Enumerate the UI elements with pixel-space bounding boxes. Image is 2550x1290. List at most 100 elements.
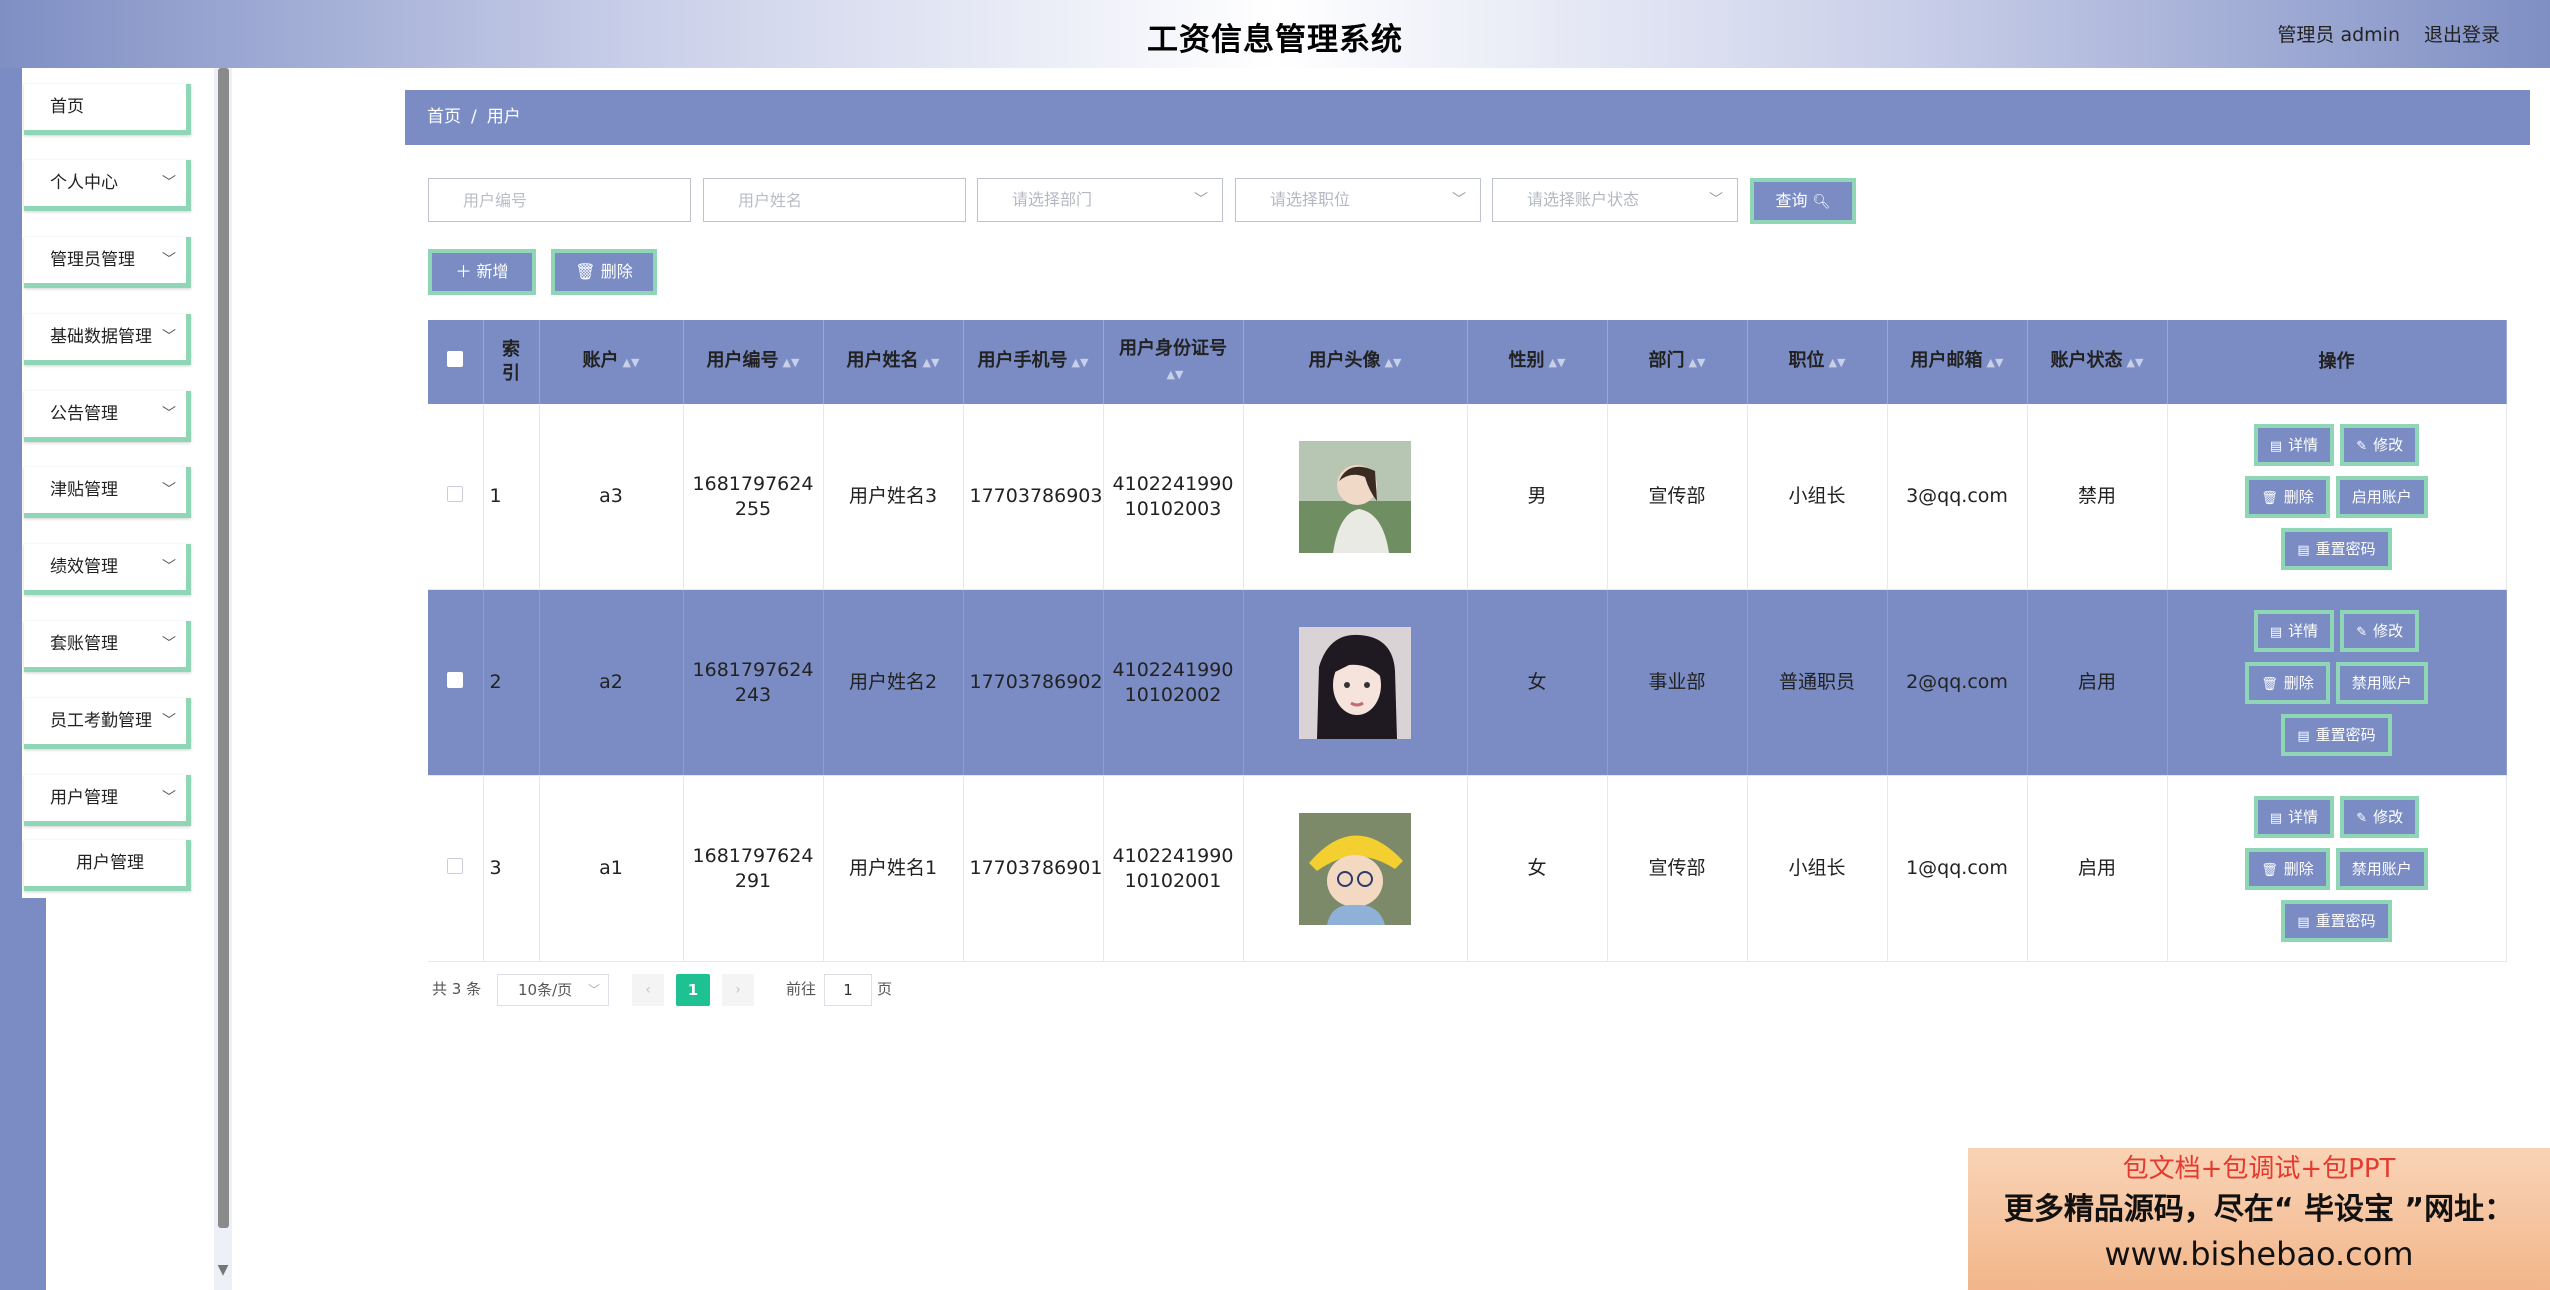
sidebar-item-admin-management[interactable]: 管理员管理 ﹀ <box>24 237 191 288</box>
sort-icon[interactable]: ▲▼ <box>623 356 640 369</box>
sidebar-item-label: 绩效管理 <box>50 557 118 577</box>
delete-button[interactable]: 🗑︎ 删除 <box>2245 661 2330 704</box>
avatar[interactable] <box>1299 626 1411 739</box>
sidebar-item-basic-data[interactable]: 基础数据管理 ﹀ <box>24 314 191 365</box>
sort-icon[interactable]: ▲▼ <box>1385 356 1402 369</box>
sidebar-item-personal-center[interactable]: 个人中心 ﹀ <box>24 160 191 211</box>
table-header-row: 索引 账户 ▲▼ 用户编号 ▲▼ 用户姓名 ▲▼ 用户手机号 ▲▼ 用户身份证号 ▲▼ 用… <box>428 320 2507 404</box>
edit-label: 修改 <box>2373 807 2404 826</box>
sidebar-item-attendance[interactable]: 员工考勤管理 ﹀ <box>24 698 191 749</box>
edit-button[interactable]: ✎ 修改 <box>2340 795 2420 838</box>
chevron-down-icon: ﹀ <box>162 559 176 575</box>
th-account-label: 账户 <box>582 350 619 371</box>
scroll-down-arrow-icon[interactable]: ▼ <box>215 1262 231 1278</box>
th-id-card[interactable]: 用户身份证号 ▲▼ <box>1103 320 1244 404</box>
th-user-no[interactable]: 用户编号 ▲▼ <box>683 320 824 404</box>
reset-password-button[interactable]: ▤ 重置密码 <box>2281 899 2392 942</box>
sort-icon[interactable]: ▲▼ <box>923 356 940 369</box>
promo-banner[interactable]: 包文档+包调试+包PPT 更多精品源码，尽在“ 毕设宝 ”网址： www.bis… <box>1968 1148 2550 1290</box>
detail-button[interactable]: ▤ 详情 <box>2253 795 2335 838</box>
reset-password-button[interactable]: ▤ 重置密码 <box>2281 713 2392 756</box>
logout-link[interactable]: 退出登录 <box>2424 20 2500 47</box>
breadcrumb-home[interactable]: 首页 <box>427 107 461 127</box>
cell-dept: 宣传部 <box>1607 775 1748 962</box>
add-button[interactable]: ＋ 新增 <box>428 249 536 295</box>
document-icon: ▤ <box>2269 810 2283 826</box>
detail-label: 详情 <box>2288 807 2319 826</box>
sidebar-item-announcements[interactable]: 公告管理 ﹀ <box>24 391 191 442</box>
sidebar-item-label: 公告管理 <box>50 404 118 424</box>
row-checkbox[interactable] <box>447 672 464 688</box>
cell-position: 小组长 <box>1747 775 1888 962</box>
sidebar-scrollbar-thumb[interactable] <box>218 68 229 1228</box>
sidebar-item-performance[interactable]: 绩效管理 ﹀ <box>24 544 191 595</box>
sidebar-item-accounts[interactable]: 套账管理 ﹀ <box>24 621 191 672</box>
th-email[interactable]: 用户邮箱 ▲▼ <box>1887 320 2028 404</box>
th-id-card-label: 用户身份证号 <box>1119 338 1227 359</box>
cell-dept: 事业部 <box>1607 589 1748 776</box>
page-number-current[interactable]: 1 <box>676 974 710 1006</box>
chevron-down-icon: ﹀ <box>1194 192 1208 208</box>
th-account[interactable]: 账户 ▲▼ <box>539 320 684 404</box>
prev-page-button[interactable]: ‹ <box>632 974 664 1006</box>
cell-phone: 17703786901 <box>963 775 1104 962</box>
detail-button[interactable]: ▤ 详情 <box>2253 609 2335 652</box>
sidebar-item-user-management[interactable]: 用户管理 ﹀ <box>24 775 191 826</box>
th-avatar[interactable]: 用户头像 ▲▼ <box>1243 320 1468 404</box>
reset-password-button[interactable]: ▤ 重置密码 <box>2281 527 2392 570</box>
cell-gender: 女 <box>1467 775 1608 962</box>
sort-icon[interactable]: ▲▼ <box>1072 356 1089 369</box>
avatar[interactable] <box>1299 440 1411 553</box>
breadcrumb: 首页 / 用户 <box>405 90 2530 145</box>
position-select[interactable]: 请选择职位 ﹀ <box>1235 178 1481 222</box>
sort-icon[interactable]: ▲▼ <box>1689 356 1706 369</box>
th-ops: 操作 <box>2167 320 2507 404</box>
detail-button[interactable]: ▤ 详情 <box>2253 423 2335 466</box>
edit-button[interactable]: ✎ 修改 <box>2340 609 2420 652</box>
th-gender[interactable]: 性别 ▲▼ <box>1467 320 1608 404</box>
user-name-input[interactable] <box>703 178 966 222</box>
th-user-name[interactable]: 用户姓名 ▲▼ <box>823 320 964 404</box>
batch-delete-button[interactable]: 🗑︎ 删除 <box>551 249 657 295</box>
row-checkbox[interactable] <box>447 486 464 502</box>
toggle-account-button[interactable]: 禁用账户 <box>2335 847 2428 890</box>
sidebar-subitem-user-management[interactable]: 用户管理 <box>24 840 191 891</box>
sort-icon[interactable]: ▲▼ <box>1167 368 1184 381</box>
promo-line-3: www.bishebao.com <box>2104 1235 2414 1273</box>
th-status[interactable]: 账户状态 ▲▼ <box>2027 320 2168 404</box>
delete-button[interactable]: 🗑︎ 删除 <box>2245 847 2330 890</box>
delete-button[interactable]: 🗑︎ 删除 <box>2245 475 2330 518</box>
row-checkbox[interactable] <box>447 858 464 874</box>
sort-icon[interactable]: ▲▼ <box>1549 356 1566 369</box>
sidebar-item-home[interactable]: 首页 <box>24 84 191 135</box>
edit-button[interactable]: ✎ 修改 <box>2340 423 2420 466</box>
status-select[interactable]: 请选择账户状态 ﹀ <box>1492 178 1738 222</box>
goto-page-input[interactable]: 1 <box>824 974 872 1006</box>
cell-avatar <box>1243 404 1468 590</box>
trash-icon: 🗑︎ <box>575 262 596 281</box>
row-select-cell <box>428 775 484 962</box>
sidebar-item-allowance[interactable]: 津贴管理 ﹀ <box>24 467 191 518</box>
user-no-input[interactable] <box>428 178 691 222</box>
chevron-down-icon: ﹀ <box>162 713 176 729</box>
chevron-down-icon: ﹀ <box>1709 192 1723 208</box>
query-button[interactable]: 查询 🔍︎ <box>1750 178 1856 224</box>
sidebar-item-label: 个人中心 <box>50 173 118 193</box>
th-position[interactable]: 职位 ▲▼ <box>1747 320 1888 404</box>
sort-icon[interactable]: ▲▼ <box>783 356 800 369</box>
page-size-select[interactable]: 10条/页 ﹀ <box>497 974 609 1006</box>
avatar[interactable] <box>1299 812 1411 925</box>
sort-icon[interactable]: ▲▼ <box>1987 356 2004 369</box>
next-page-button[interactable]: › <box>722 974 754 1006</box>
toggle-account-button[interactable]: 启用账户 <box>2335 475 2428 518</box>
th-phone[interactable]: 用户手机号 ▲▼ <box>963 320 1104 404</box>
dept-select[interactable]: 请选择部门 ﹀ <box>977 178 1223 222</box>
sort-icon[interactable]: ▲▼ <box>2127 356 2144 369</box>
promo-line-2: 更多精品源码，尽在“ 毕设宝 ”网址： <box>2003 1192 2515 1227</box>
select-all-checkbox[interactable] <box>447 351 464 367</box>
sort-icon[interactable]: ▲▼ <box>1829 356 1846 369</box>
th-dept[interactable]: 部门 ▲▼ <box>1607 320 1748 404</box>
row-actions: ▤ 详情 ✎ 修改 🗑︎ 删除 禁用账户 ▤ 重置密码 <box>2230 791 2444 947</box>
cell-user-no: 1681797624255 <box>683 404 824 590</box>
toggle-account-button[interactable]: 禁用账户 <box>2335 661 2428 704</box>
